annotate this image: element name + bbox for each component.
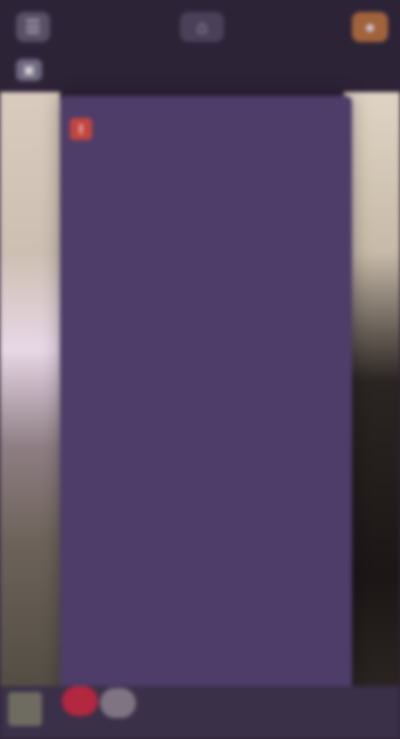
text-line: [74, 450, 340, 464]
text-line: [74, 274, 340, 288]
content-panel: !: [60, 96, 352, 696]
text-line: [74, 494, 340, 508]
text-line: [74, 340, 340, 354]
text-line: [74, 604, 340, 618]
warning-icon: !: [70, 118, 92, 140]
text-line: [74, 296, 340, 310]
text-line: [74, 670, 340, 684]
thumbnail-icon[interactable]: [8, 692, 42, 726]
top-bar: ☰ ⌂ ● ▣: [0, 0, 400, 92]
text-lines: [74, 274, 340, 736]
document-icon[interactable]: ▣: [16, 59, 42, 81]
circle-icon[interactable]: [100, 688, 136, 718]
sub-bar: ▣: [16, 56, 384, 84]
text-line: [74, 472, 340, 486]
text-line: [74, 318, 340, 332]
background-right: [344, 90, 400, 739]
background-left: [0, 90, 60, 739]
text-line: [74, 648, 340, 662]
profile-icon[interactable]: ●: [352, 12, 388, 42]
text-line: [74, 516, 340, 530]
text-line: [74, 384, 340, 398]
text-line: [74, 538, 340, 552]
home-icon[interactable]: ⌂: [180, 12, 224, 42]
alert-row: !: [70, 118, 340, 160]
bottom-bar: [0, 686, 400, 739]
text-line: [74, 406, 340, 420]
record-icon[interactable]: [62, 686, 98, 716]
text-line: [74, 626, 340, 640]
menu-icon[interactable]: ☰: [16, 12, 50, 42]
text-line: [74, 362, 340, 376]
text-line: [74, 560, 340, 574]
text-line: [74, 428, 340, 442]
text-line: [74, 582, 340, 596]
